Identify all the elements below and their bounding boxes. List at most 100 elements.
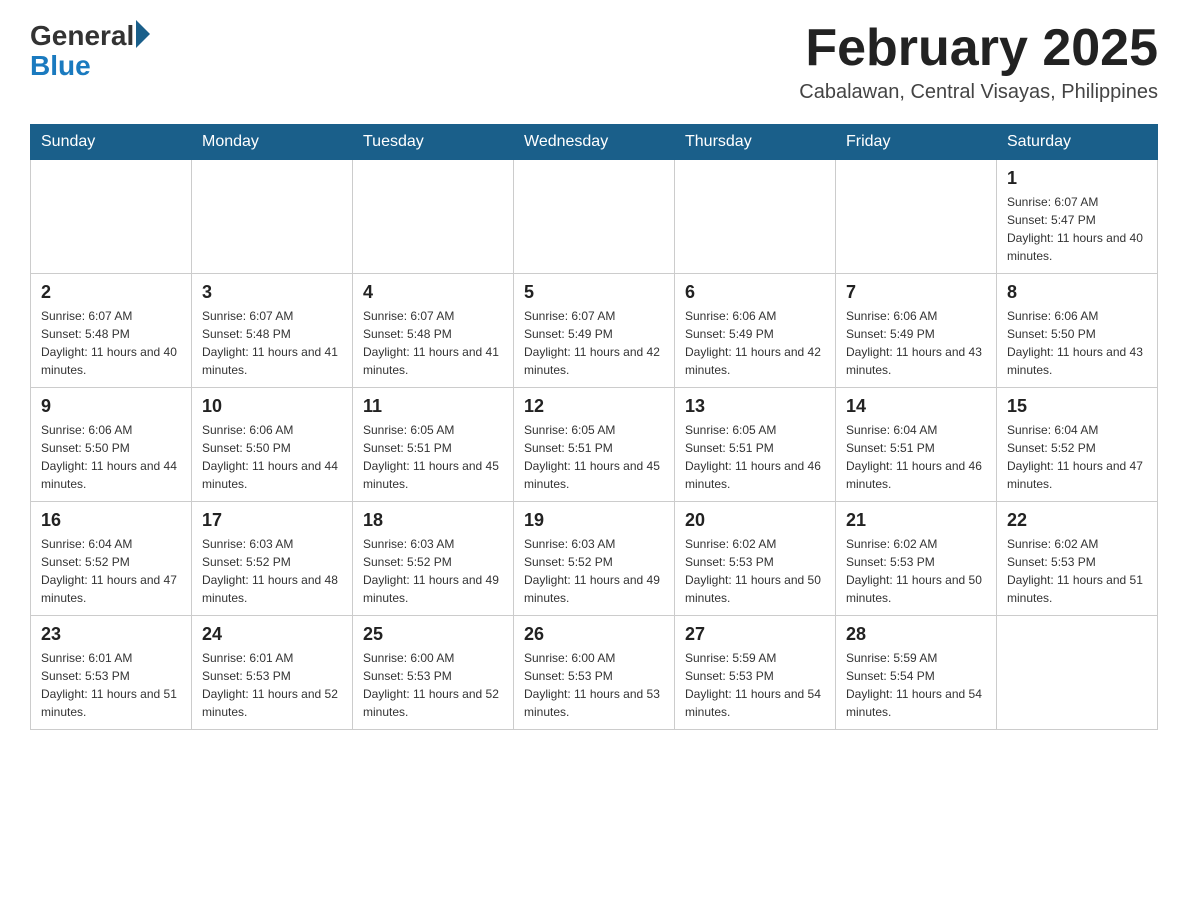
day-info: Sunrise: 6:06 AMSunset: 5:49 PMDaylight:… <box>685 307 825 379</box>
day-info: Sunrise: 6:07 AMSunset: 5:48 PMDaylight:… <box>363 307 503 379</box>
day-of-week-header: Monday <box>192 125 353 160</box>
day-info: Sunrise: 6:06 AMSunset: 5:50 PMDaylight:… <box>1007 307 1147 379</box>
day-number: 7 <box>846 282 986 303</box>
logo-blue-text: Blue <box>30 50 91 82</box>
day-number: 19 <box>524 510 664 531</box>
day-info: Sunrise: 6:02 AMSunset: 5:53 PMDaylight:… <box>1007 535 1147 607</box>
calendar-day-cell: 4 Sunrise: 6:07 AMSunset: 5:48 PMDaylight… <box>353 274 514 388</box>
day-of-week-header: Wednesday <box>514 125 675 160</box>
logo-triangle-icon <box>136 20 150 48</box>
page-header: General Blue February 2025 Cabalawan, Ce… <box>30 20 1158 104</box>
calendar-week-row: 23 Sunrise: 6:01 AMSunset: 5:53 PMDayligh… <box>31 616 1158 730</box>
calendar-day-cell <box>31 160 192 274</box>
day-number: 24 <box>202 624 342 645</box>
day-number: 17 <box>202 510 342 531</box>
day-info: Sunrise: 6:06 AMSunset: 5:50 PMDaylight:… <box>202 421 342 493</box>
calendar-day-cell: 27 Sunrise: 5:59 AMSunset: 5:53 PMDayligh… <box>675 616 836 730</box>
day-number: 22 <box>1007 510 1147 531</box>
calendar-day-cell: 6 Sunrise: 6:06 AMSunset: 5:49 PMDaylight… <box>675 274 836 388</box>
calendar-day-cell: 23 Sunrise: 6:01 AMSunset: 5:53 PMDayligh… <box>31 616 192 730</box>
calendar-day-cell <box>836 160 997 274</box>
calendar-day-cell: 1 Sunrise: 6:07 AMSunset: 5:47 PMDaylight… <box>997 160 1158 274</box>
calendar-day-cell: 5 Sunrise: 6:07 AMSunset: 5:49 PMDaylight… <box>514 274 675 388</box>
day-of-week-header: Tuesday <box>353 125 514 160</box>
day-number: 4 <box>363 282 503 303</box>
day-number: 28 <box>846 624 986 645</box>
day-number: 5 <box>524 282 664 303</box>
calendar-week-row: 16 Sunrise: 6:04 AMSunset: 5:52 PMDayligh… <box>31 502 1158 616</box>
calendar-day-cell: 14 Sunrise: 6:04 AMSunset: 5:51 PMDayligh… <box>836 388 997 502</box>
day-info: Sunrise: 6:03 AMSunset: 5:52 PMDaylight:… <box>202 535 342 607</box>
day-info: Sunrise: 6:07 AMSunset: 5:48 PMDaylight:… <box>202 307 342 379</box>
day-info: Sunrise: 6:07 AMSunset: 5:47 PMDaylight:… <box>1007 193 1147 265</box>
calendar-day-cell: 15 Sunrise: 6:04 AMSunset: 5:52 PMDayligh… <box>997 388 1158 502</box>
calendar-header: SundayMondayTuesdayWednesdayThursdayFrid… <box>31 125 1158 160</box>
day-number: 1 <box>1007 168 1147 189</box>
calendar-day-cell: 9 Sunrise: 6:06 AMSunset: 5:50 PMDaylight… <box>31 388 192 502</box>
calendar-day-cell: 8 Sunrise: 6:06 AMSunset: 5:50 PMDaylight… <box>997 274 1158 388</box>
day-number: 3 <box>202 282 342 303</box>
day-info: Sunrise: 5:59 AMSunset: 5:53 PMDaylight:… <box>685 649 825 721</box>
day-number: 6 <box>685 282 825 303</box>
day-info: Sunrise: 6:03 AMSunset: 5:52 PMDaylight:… <box>363 535 503 607</box>
day-number: 14 <box>846 396 986 417</box>
day-number: 25 <box>363 624 503 645</box>
day-number: 20 <box>685 510 825 531</box>
calendar-day-cell <box>997 616 1158 730</box>
calendar-day-cell <box>514 160 675 274</box>
calendar-day-cell: 2 Sunrise: 6:07 AMSunset: 5:48 PMDaylight… <box>31 274 192 388</box>
day-of-week-header: Sunday <box>31 125 192 160</box>
day-info: Sunrise: 6:02 AMSunset: 5:53 PMDaylight:… <box>846 535 986 607</box>
day-info: Sunrise: 6:00 AMSunset: 5:53 PMDaylight:… <box>363 649 503 721</box>
day-info: Sunrise: 6:05 AMSunset: 5:51 PMDaylight:… <box>685 421 825 493</box>
calendar-day-cell: 26Sunrise: 6:00 AMSunset: 5:53 PMDayligh… <box>514 616 675 730</box>
day-info: Sunrise: 6:05 AMSunset: 5:51 PMDaylight:… <box>363 421 503 493</box>
day-info: Sunrise: 6:04 AMSunset: 5:52 PMDaylight:… <box>1007 421 1147 493</box>
day-of-week-header: Friday <box>836 125 997 160</box>
calendar-day-cell: 22 Sunrise: 6:02 AMSunset: 5:53 PMDayligh… <box>997 502 1158 616</box>
calendar-day-cell: 20 Sunrise: 6:02 AMSunset: 5:53 PMDayligh… <box>675 502 836 616</box>
calendar-day-cell: 12 Sunrise: 6:05 AMSunset: 5:51 PMDayligh… <box>514 388 675 502</box>
calendar-day-cell: 10Sunrise: 6:06 AMSunset: 5:50 PMDayligh… <box>192 388 353 502</box>
day-info: Sunrise: 6:01 AMSunset: 5:53 PMDaylight:… <box>41 649 181 721</box>
day-info: Sunrise: 6:06 AMSunset: 5:49 PMDaylight:… <box>846 307 986 379</box>
day-number: 8 <box>1007 282 1147 303</box>
title-block: February 2025 Cabalawan, Central Visayas… <box>799 20 1158 104</box>
calendar-day-cell <box>192 160 353 274</box>
day-info: Sunrise: 6:04 AMSunset: 5:51 PMDaylight:… <box>846 421 986 493</box>
day-number: 16 <box>41 510 181 531</box>
day-info: Sunrise: 6:00 AMSunset: 5:53 PMDaylight:… <box>524 649 664 721</box>
calendar-day-cell: 17 Sunrise: 6:03 AMSunset: 5:52 PMDayligh… <box>192 502 353 616</box>
day-number: 2 <box>41 282 181 303</box>
day-number: 27 <box>685 624 825 645</box>
calendar-day-cell: 28 Sunrise: 5:59 AMSunset: 5:54 PMDayligh… <box>836 616 997 730</box>
calendar-week-row: 1 Sunrise: 6:07 AMSunset: 5:47 PMDaylight… <box>31 160 1158 274</box>
day-number: 13 <box>685 396 825 417</box>
day-info: Sunrise: 6:02 AMSunset: 5:53 PMDaylight:… <box>685 535 825 607</box>
day-info: Sunrise: 6:05 AMSunset: 5:51 PMDaylight:… <box>524 421 664 493</box>
day-of-week-header: Thursday <box>675 125 836 160</box>
calendar-day-cell: 25 Sunrise: 6:00 AMSunset: 5:53 PMDayligh… <box>353 616 514 730</box>
day-info: Sunrise: 6:04 AMSunset: 5:52 PMDaylight:… <box>41 535 181 607</box>
calendar-day-cell <box>353 160 514 274</box>
day-number: 12 <box>524 396 664 417</box>
calendar-day-cell: 3 Sunrise: 6:07 AMSunset: 5:48 PMDaylight… <box>192 274 353 388</box>
day-info: Sunrise: 6:01 AMSunset: 5:53 PMDaylight:… <box>202 649 342 721</box>
calendar-day-cell: 19Sunrise: 6:03 AMSunset: 5:52 PMDayligh… <box>514 502 675 616</box>
calendar-week-row: 2 Sunrise: 6:07 AMSunset: 5:48 PMDaylight… <box>31 274 1158 388</box>
calendar-day-cell <box>675 160 836 274</box>
day-number: 15 <box>1007 396 1147 417</box>
day-of-week-header: Saturday <box>997 125 1158 160</box>
day-info: Sunrise: 6:07 AMSunset: 5:48 PMDaylight:… <box>41 307 181 379</box>
day-number: 9 <box>41 396 181 417</box>
calendar-day-cell: 7 Sunrise: 6:06 AMSunset: 5:49 PMDaylight… <box>836 274 997 388</box>
day-info: Sunrise: 6:06 AMSunset: 5:50 PMDaylight:… <box>41 421 181 493</box>
location-text: Cabalawan, Central Visayas, Philippines <box>799 81 1158 104</box>
calendar-day-cell: 16 Sunrise: 6:04 AMSunset: 5:52 PMDayligh… <box>31 502 192 616</box>
day-info: Sunrise: 6:07 AMSunset: 5:49 PMDaylight:… <box>524 307 664 379</box>
day-number: 11 <box>363 396 503 417</box>
calendar-day-cell: 11 Sunrise: 6:05 AMSunset: 5:51 PMDayligh… <box>353 388 514 502</box>
day-info: Sunrise: 5:59 AMSunset: 5:54 PMDaylight:… <box>846 649 986 721</box>
calendar-day-cell: 18Sunrise: 6:03 AMSunset: 5:52 PMDayligh… <box>353 502 514 616</box>
day-number: 23 <box>41 624 181 645</box>
